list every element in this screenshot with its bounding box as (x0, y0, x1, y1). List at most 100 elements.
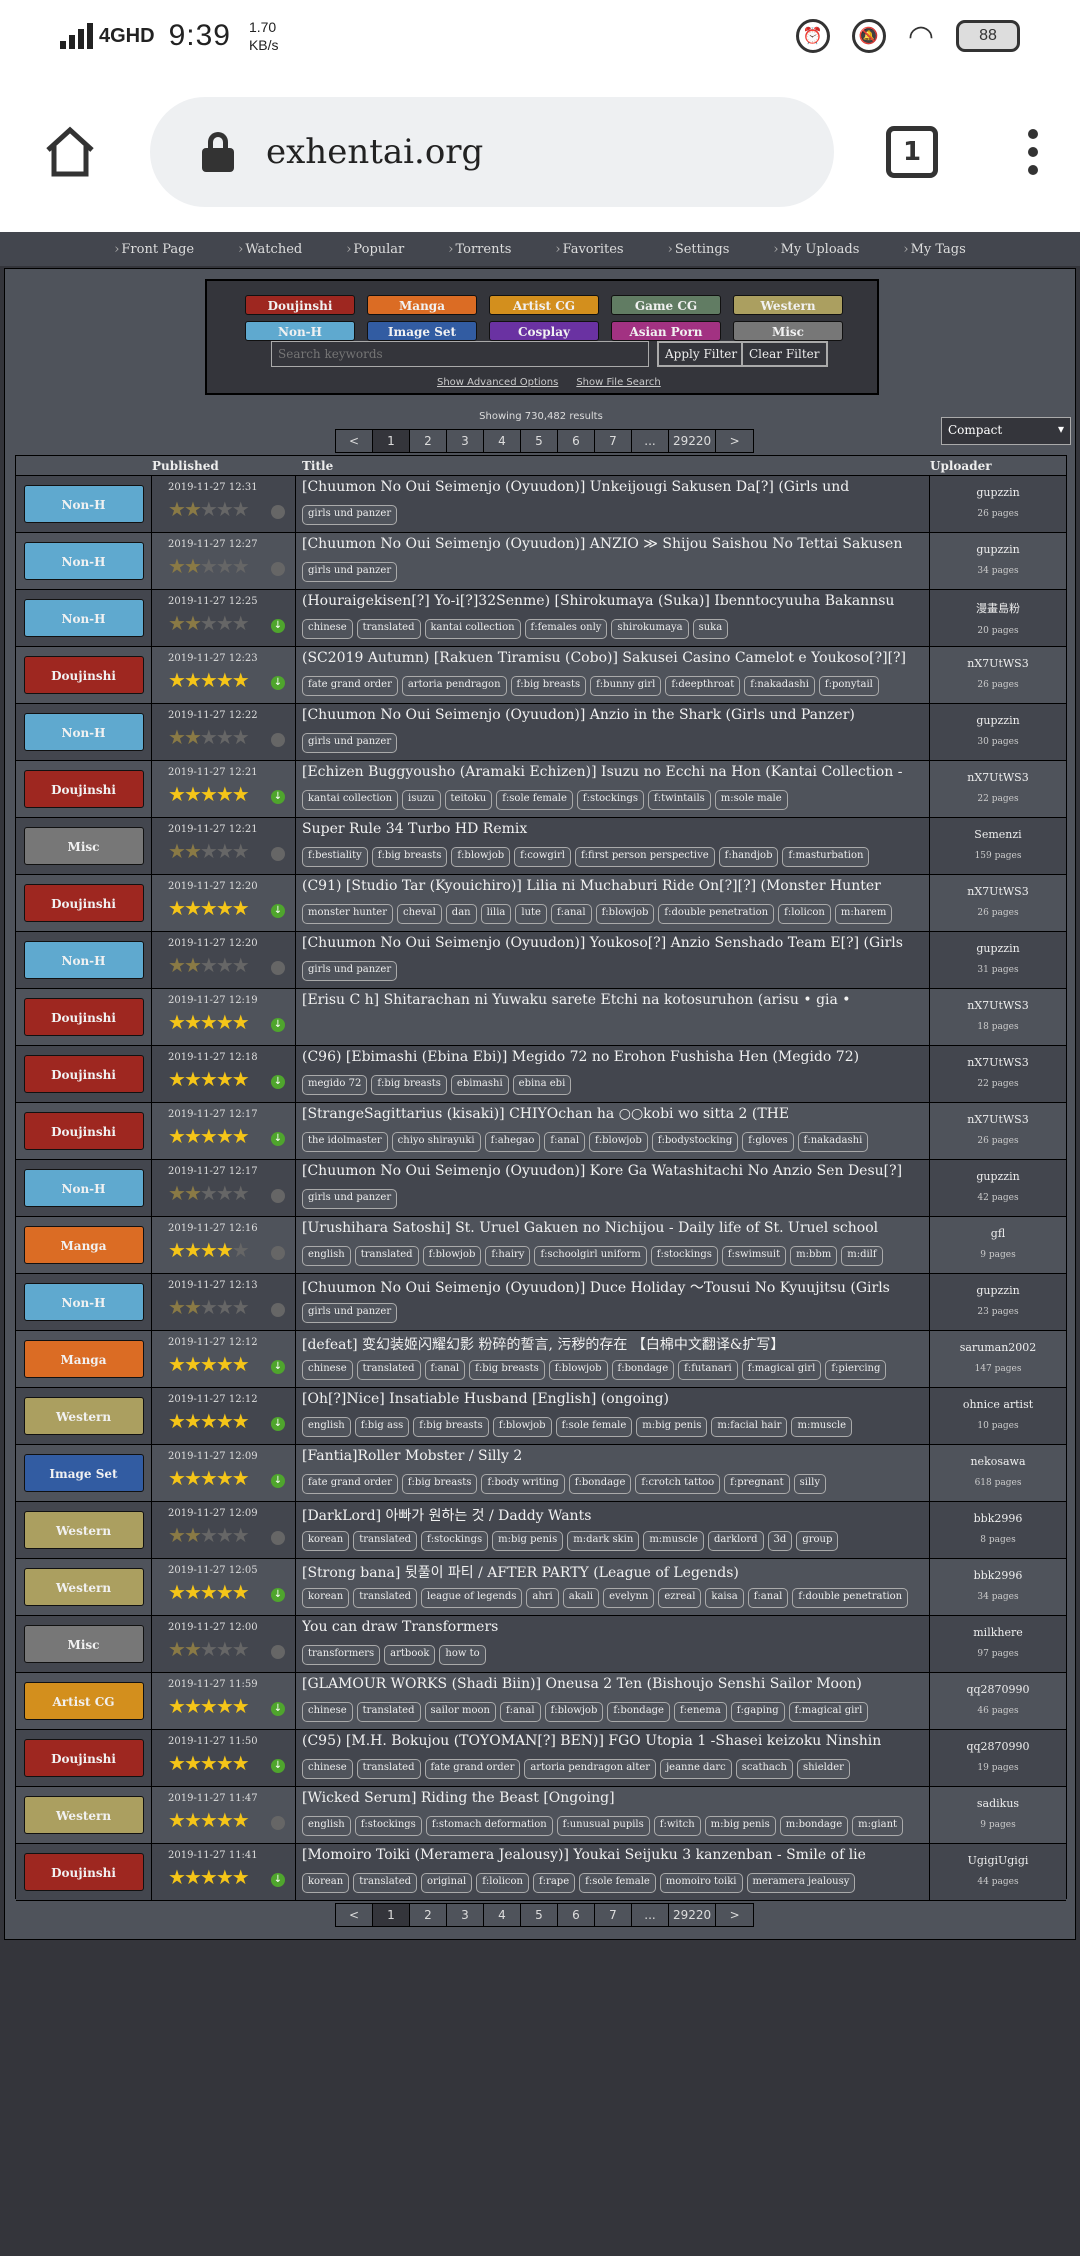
uploader-link[interactable]: nX7UtWS3 (930, 1113, 1066, 1126)
nav-my-uploads[interactable]: My Uploads (761, 242, 871, 257)
tag[interactable]: english (302, 1417, 351, 1437)
uploader-link[interactable]: UgigiUgigi (930, 1854, 1066, 1867)
page-link[interactable]: ... (632, 1904, 669, 1926)
category-badge[interactable]: Misc (23, 827, 144, 865)
tag[interactable]: f:big breasts (413, 1417, 489, 1437)
tag[interactable]: f:anal (544, 1132, 586, 1152)
category-badge[interactable]: Artist CG (23, 1682, 144, 1720)
tag[interactable]: m:big penis (492, 1531, 564, 1551)
torrent-icon[interactable]: ↓ (271, 1588, 285, 1602)
tag[interactable]: shielder (796, 1759, 850, 1779)
tag[interactable]: f:schoolgirl uniform (534, 1246, 647, 1266)
tag[interactable]: f:deepthroat (665, 676, 741, 696)
uploader-link[interactable]: nekosawa (930, 1455, 1066, 1468)
tag[interactable]: monster hunter (302, 904, 394, 924)
tag[interactable]: f:crotch tattoo (635, 1474, 721, 1494)
tag[interactable]: english (302, 1816, 351, 1836)
page-link[interactable]: 29220 (669, 430, 717, 452)
tag[interactable]: f:stomach deformation (425, 1816, 553, 1836)
tag[interactable]: f:double penetration (658, 904, 775, 924)
tag[interactable]: f:bondage (568, 1474, 632, 1494)
tag[interactable]: meramera jealousy (746, 1873, 856, 1893)
tag[interactable]: isuzu (402, 790, 441, 810)
torrent-icon[interactable]: ↓ (271, 904, 285, 918)
tag[interactable]: girls und panzer (302, 562, 398, 582)
tag[interactable]: akali (562, 1588, 600, 1608)
tag[interactable]: f:anal (499, 1702, 541, 1722)
torrent-icon[interactable]: ↓ (271, 676, 285, 690)
gallery-row[interactable]: Doujinshi 2019-11-27 12:17 ★★★★★ ↓ [StrangeS… (16, 1103, 1066, 1160)
category-toggle-artist-cg[interactable]: Artist CG (489, 295, 599, 315)
tag[interactable]: transformers (302, 1645, 381, 1665)
nav-watched[interactable]: Watched (226, 242, 314, 257)
page-link[interactable]: < (336, 430, 373, 452)
gallery-row[interactable]: Non-H 2019-11-27 12:13 ★★★★★ [Chuumon No Ou… (16, 1274, 1066, 1331)
gallery-title[interactable]: (C95) [M.H. Bokujou (TOYOMAN[?] BEN)] FG… (302, 1733, 923, 1753)
gallery-row[interactable]: Non-H 2019-11-27 12:31 ★★★★★ [Chuumon No Ou… (16, 476, 1066, 533)
search-input[interactable] (271, 341, 649, 367)
tag[interactable]: f:big breasts (469, 1360, 545, 1380)
tag[interactable]: dan (445, 904, 477, 924)
tag[interactable]: f:anal (550, 904, 592, 924)
category-badge[interactable]: Image Set (23, 1454, 144, 1492)
tag[interactable]: m:bondage (779, 1816, 849, 1836)
tag[interactable]: f:blowjob (589, 1132, 648, 1152)
col-uploader[interactable]: Uploader (930, 459, 1066, 473)
tag[interactable]: teitoku (444, 790, 493, 810)
torrent-icon[interactable]: ↓ (271, 1018, 285, 1032)
tag[interactable]: suka (692, 619, 729, 639)
category-badge[interactable]: Doujinshi (23, 656, 144, 694)
tag[interactable]: f:twintails (648, 790, 711, 810)
category-badge[interactable]: Western (23, 1568, 144, 1606)
tag[interactable]: m:facial hair (711, 1417, 788, 1437)
tag[interactable]: f:ponytail (818, 676, 879, 696)
nav-torrents[interactable]: Torrents (436, 242, 523, 257)
uploader-link[interactable]: bbk2996 (930, 1569, 1066, 1582)
tag[interactable]: chinese (302, 1360, 353, 1380)
tag[interactable]: f:magical girl (788, 1702, 869, 1722)
page-link[interactable]: 29220 (669, 1904, 717, 1926)
tag[interactable]: f:blowjob (548, 1360, 608, 1380)
tag[interactable]: 3d (767, 1531, 793, 1551)
tag[interactable]: f:stockings (650, 1246, 718, 1266)
tag[interactable]: f:bunny girl (590, 676, 662, 696)
category-toggle-western[interactable]: Western (733, 295, 843, 315)
tag[interactable]: f:blowjob (492, 1417, 552, 1437)
torrent-icon[interactable]: ↓ (271, 1075, 285, 1089)
tag[interactable]: lute (515, 904, 547, 924)
tag[interactable]: f:hairy (485, 1246, 531, 1266)
page-link[interactable]: 4 (484, 1904, 521, 1926)
torrent-icon[interactable]: ↓ (271, 1417, 285, 1431)
gallery-row[interactable]: Manga 2019-11-27 12:12 ★★★★★ ↓ [defeat] 变幻装姬… (16, 1331, 1066, 1388)
page-link[interactable]: 2 (410, 430, 447, 452)
gallery-title[interactable]: [Chuumon No Oui Seimenjo (Oyuudon)] Kore… (302, 1163, 923, 1183)
category-badge[interactable]: Non-H (23, 713, 144, 751)
view-mode-select[interactable]: Compact (941, 417, 1071, 445)
tag[interactable]: ebimashi (450, 1075, 509, 1095)
torrent-icon[interactable]: ↓ (271, 790, 285, 804)
gallery-title[interactable]: [Momoiro Toiki (Meramera Jealousy)] Youk… (302, 1847, 923, 1867)
category-toggle-non-h[interactable]: Non-H (245, 321, 355, 341)
tag[interactable]: group (796, 1531, 839, 1551)
tag[interactable]: f:sole female (555, 1417, 633, 1437)
gallery-row[interactable]: Doujinshi 2019-11-27 12:19 ★★★★★ ↓ [Erisu C … (16, 989, 1066, 1046)
uploader-link[interactable]: gupzzin (930, 486, 1066, 499)
uploader-link[interactable]: 漫畫島粉 (930, 600, 1066, 616)
uploader-link[interactable]: nX7UtWS3 (930, 999, 1066, 1012)
tag[interactable]: f:stockings (354, 1816, 422, 1836)
gallery-row[interactable]: Misc 2019-11-27 12:21 ★★★★★ Super Rule 34 T… (16, 818, 1066, 875)
tag[interactable]: f:rape (532, 1873, 576, 1893)
tag[interactable]: girls und panzer (302, 1303, 398, 1323)
tag[interactable]: f:big breasts (371, 847, 448, 867)
torrent-icon[interactable]: ↓ (271, 619, 285, 633)
gallery-title[interactable]: Super Rule 34 Turbo HD Remix (302, 821, 923, 841)
gallery-title[interactable]: [Chuumon No Oui Seimenjo (Oyuudon)] Anzi… (302, 707, 923, 727)
gallery-row[interactable]: Non-H 2019-11-27 12:27 ★★★★★ [Chuumon No Ou… (16, 533, 1066, 590)
tag[interactable]: kantai collection (302, 790, 399, 810)
uploader-link[interactable]: bbk2996 (930, 1512, 1066, 1525)
gallery-title[interactable]: [Wicked Serum] Riding the Beast [Ongoing… (302, 1790, 923, 1810)
category-badge[interactable]: Non-H (23, 599, 144, 637)
uploader-link[interactable]: nX7UtWS3 (930, 771, 1066, 784)
tag[interactable]: girls und panzer (302, 505, 398, 525)
tag[interactable]: korean (302, 1873, 350, 1893)
